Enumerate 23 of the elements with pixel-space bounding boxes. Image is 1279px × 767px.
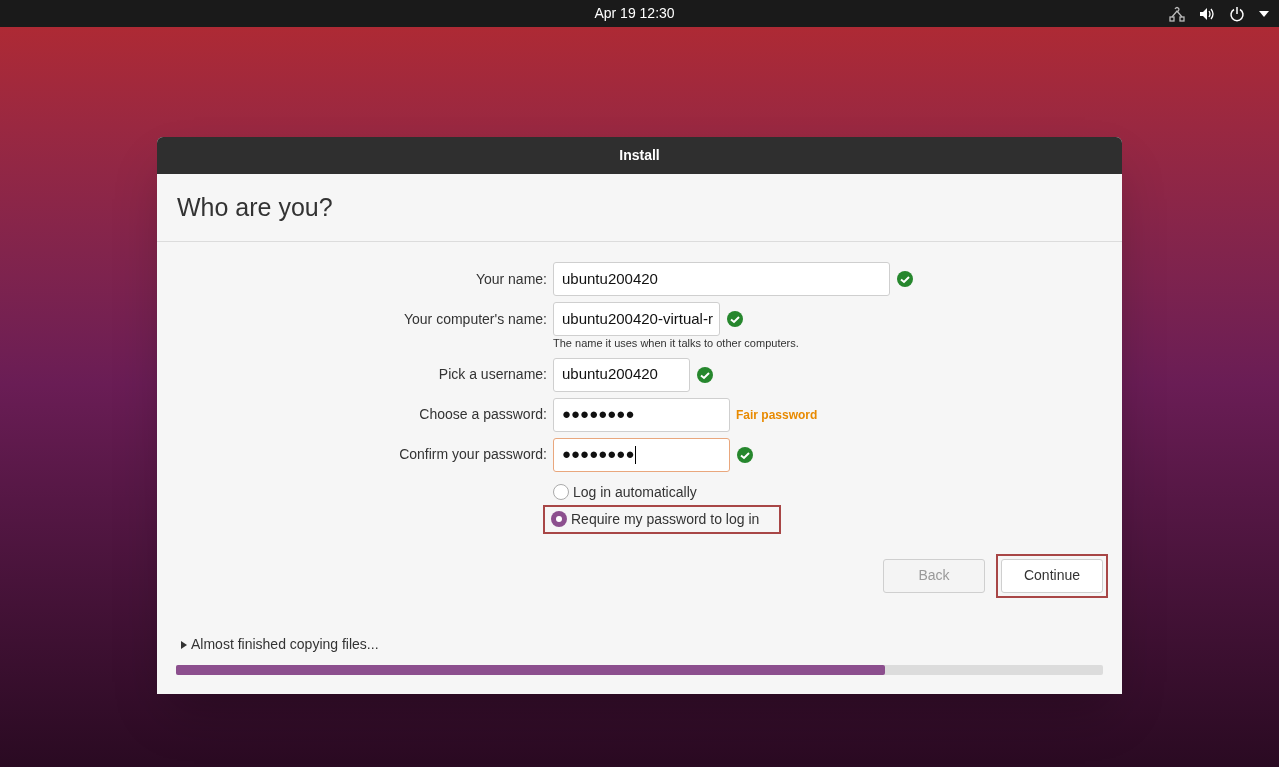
- progress-status: Almost finished copying files...: [191, 635, 379, 654]
- clock[interactable]: Apr 19 12:30: [594, 3, 675, 24]
- text-field[interactable]: ●●●●●●●●: [553, 437, 730, 472]
- password-strength: Fair password: [736, 406, 818, 424]
- field-label: Confirm your password:: [398, 445, 547, 464]
- page-heading: Who are you?: [177, 191, 333, 223]
- field-label: Choose a password:: [418, 405, 547, 424]
- field-label: Your computer's name:: [403, 309, 547, 329]
- field-label: Pick a username:: [437, 365, 547, 384]
- text-field[interactable]: ubuntu200420: [553, 262, 890, 296]
- field-label: Your name:: [474, 269, 547, 289]
- text-field[interactable]: ubuntu200420-virtual-r: [553, 302, 720, 336]
- expander-icon[interactable]: [181, 640, 187, 649]
- dialog-button[interactable]: Continue: [1001, 558, 1103, 593]
- text-field[interactable]: ubuntu200420: [553, 357, 690, 392]
- window-title: Install: [619, 146, 660, 165]
- field-hint: The name it uses when it talks to other computers.: [553, 336, 800, 351]
- radio-option[interactable]: Log in automatically: [549, 479, 701, 505]
- text-field[interactable]: ●●●●●●●●: [553, 397, 730, 432]
- caret-icon[interactable]: [1259, 10, 1269, 17]
- radio-option[interactable]: Require my password to log in: [545, 506, 780, 532]
- network-icon[interactable]: [1169, 5, 1185, 22]
- power-icon[interactable]: [1229, 5, 1245, 22]
